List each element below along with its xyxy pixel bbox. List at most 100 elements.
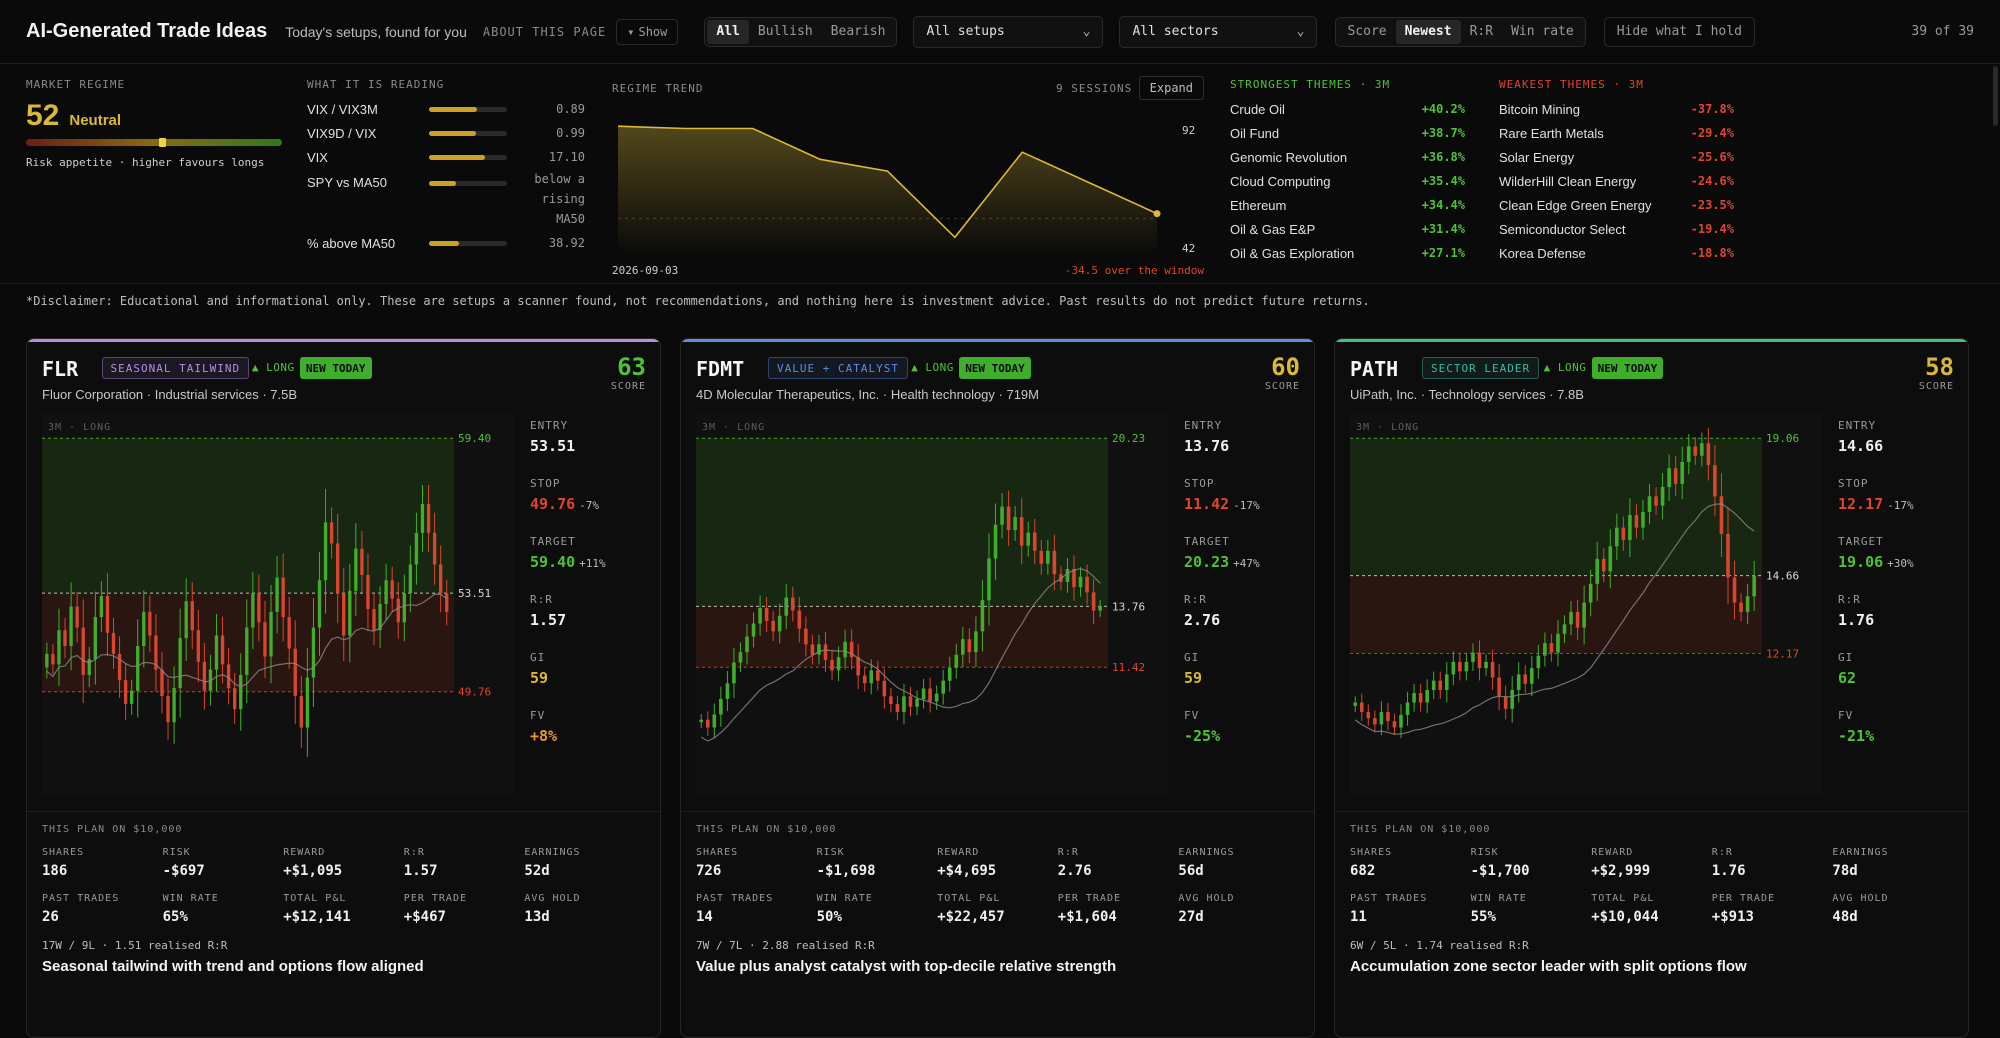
sectors-select[interactable]: All sectors ⌄ (1119, 15, 1318, 48)
stat-label: RISK (816, 847, 845, 858)
candle (1026, 532, 1031, 546)
chart-range-label: 3M · LONG (702, 422, 765, 433)
theme-change: +34.4% (1421, 198, 1465, 212)
candle (934, 693, 939, 702)
plan-stats: SHARES 726 RISK -$1,698 REWARD +$4,695 R:R 2.76… (696, 847, 1299, 939)
stat-cell: AVG HOLD 13d (524, 893, 645, 939)
theme-row[interactable]: Ethereum +34.4% (1230, 193, 1465, 217)
theme-row[interactable]: Cloud Computing +35.4% (1230, 169, 1465, 193)
company-line: UiPath, Inc. · Technology services · 7.8… (1350, 387, 1584, 402)
setups-select-value: All setups (926, 24, 1005, 39)
candle (1046, 550, 1050, 564)
company-line: 4D Molecular Therapeutics, Inc. · Health… (696, 387, 1039, 402)
theme-row[interactable]: Rare Earth Metals -29.4% (1499, 121, 1734, 145)
candle (81, 627, 85, 675)
candle (902, 696, 906, 712)
stat-value: +$12,141 (283, 909, 351, 925)
stat-value: -$1,698 (816, 863, 876, 879)
sort-score[interactable]: Score (1338, 20, 1395, 44)
stat-cell: EARNINGS 52d (524, 847, 645, 893)
candle (1680, 461, 1685, 484)
sort-winrate[interactable]: Win rate (1502, 20, 1583, 44)
candle (1549, 643, 1554, 653)
theme-row[interactable]: Oil & Gas E&P +31.4% (1230, 217, 1465, 241)
tab-bullish[interactable]: Bullish (749, 20, 822, 44)
realised-record: 7W / 7L · 2.88 realised R:R (696, 939, 875, 952)
setups-select[interactable]: All setups ⌄ (913, 15, 1104, 48)
hide-held-button[interactable]: Hide what I hold (1603, 16, 1755, 47)
stat-cell: PAST TRADES 26 (42, 893, 163, 939)
show-about-button[interactable]: ▾ Show (616, 18, 679, 45)
realised-record: 17W / 9L · 1.51 realised R:R (42, 939, 228, 952)
regime-panel: MARKET REGIME 52 Neutral Risk appetite ·… (0, 64, 2000, 284)
candle (1713, 465, 1717, 497)
sort-newest[interactable]: Newest (1395, 19, 1461, 44)
entry-price-label: 53.51 (458, 587, 491, 600)
plan-title: THIS PLAN ON $10,000 (1350, 824, 1491, 835)
theme-row[interactable]: Bitcoin Mining -37.8% (1499, 97, 1734, 121)
theme-row[interactable]: Clean Edge Green Energy -23.5% (1499, 193, 1734, 217)
candle (784, 597, 789, 616)
candle (1516, 674, 1521, 691)
stat-cell: SHARES 186 (42, 847, 163, 893)
stat-cell: EARNINGS 56d (1178, 847, 1299, 893)
tab-bearish[interactable]: Bearish (822, 20, 895, 44)
target-value: 59.40 +11% (530, 553, 650, 571)
trade-card-path[interactable]: PATH SECTOR LEADER ▲ LONG NEW TODAY 58 SCORE U… (1334, 338, 1969, 1038)
candle (1425, 690, 1429, 703)
candle (1556, 633, 1560, 653)
stat-cell: REWARD +$2,999 (1591, 847, 1712, 893)
stat-value: 52d (524, 863, 550, 879)
theme-row[interactable]: Solar Energy -25.6% (1499, 145, 1734, 169)
candle (245, 627, 249, 675)
candle (148, 611, 152, 636)
candle (1641, 511, 1645, 528)
stat-cell: R:R 1.76 (1712, 847, 1833, 893)
sort-rr[interactable]: R:R (1461, 20, 1502, 44)
rr-number: 1.57 (530, 611, 567, 629)
candle (105, 596, 110, 633)
entry-label: ENTRY (1184, 419, 1223, 432)
entry-value: 14.66 (1838, 437, 1958, 455)
gi-value: 59 (1184, 669, 1304, 687)
target-value: 20.23 +47% (1184, 553, 1304, 571)
candle (354, 548, 358, 591)
theme-row[interactable]: Oil & Gas Exploration +27.1% (1230, 241, 1465, 265)
candle (1654, 496, 1658, 506)
theme-change: +27.1% (1421, 246, 1465, 260)
stat-cell: R:R 1.57 (404, 847, 525, 893)
candle (93, 617, 97, 660)
reading-bar (429, 240, 507, 246)
reading-name: VIX / VIX3M (307, 101, 378, 117)
theme-row[interactable]: Crude Oil +40.2% (1230, 97, 1465, 121)
stat-label: AVG HOLD (1178, 893, 1235, 904)
theme-name: Semiconductor Select (1499, 221, 1626, 237)
tab-all[interactable]: All (707, 19, 749, 44)
candle (136, 645, 140, 691)
theme-row[interactable]: Genomic Revolution +36.8% (1230, 145, 1465, 169)
stat-cell: PER TRADE +$913 (1712, 893, 1833, 939)
trade-levels: ENTRY 14.66 STOP 12.17 -17% TARGET 19.06 +30% R:… (1838, 419, 1958, 767)
theme-row[interactable]: WilderHill Clean Energy -24.6% (1499, 169, 1734, 193)
rr-label: R:R (1184, 593, 1207, 606)
score-value: 60 (1271, 353, 1300, 381)
reward-zone (696, 438, 1108, 607)
chart-range-label: 3M · LONG (48, 422, 111, 433)
theme-row[interactable]: Semiconductor Select -19.4% (1499, 217, 1734, 241)
theme-row[interactable]: Oil Fund +38.7% (1230, 121, 1465, 145)
candle (51, 653, 55, 665)
candle (420, 503, 425, 533)
expand-button[interactable]: Expand (1138, 76, 1204, 100)
stat-label: EARNINGS (524, 847, 581, 858)
direction-badge: ▲ LONG (251, 361, 295, 374)
theme-row[interactable]: Korea Defense -18.8% (1499, 241, 1734, 265)
regime-state: Neutral (69, 112, 122, 129)
candle (758, 607, 762, 624)
score-label: SCORE (1918, 381, 1954, 392)
market-regime: MARKET REGIME 52 Neutral Risk appetite ·… (26, 78, 282, 169)
trade-card-fdmt[interactable]: FDMT VALUE + CATALYST ▲ LONG NEW TODAY 60 SCO… (680, 338, 1315, 1038)
trade-card-flr[interactable]: FLR SEASONAL TAILWIND ▲ LONG NEW TODAY 63 SCO… (26, 338, 661, 1038)
stat-cell: WIN RATE 55% (1471, 893, 1592, 939)
candle (810, 644, 815, 655)
candle (1621, 527, 1626, 541)
